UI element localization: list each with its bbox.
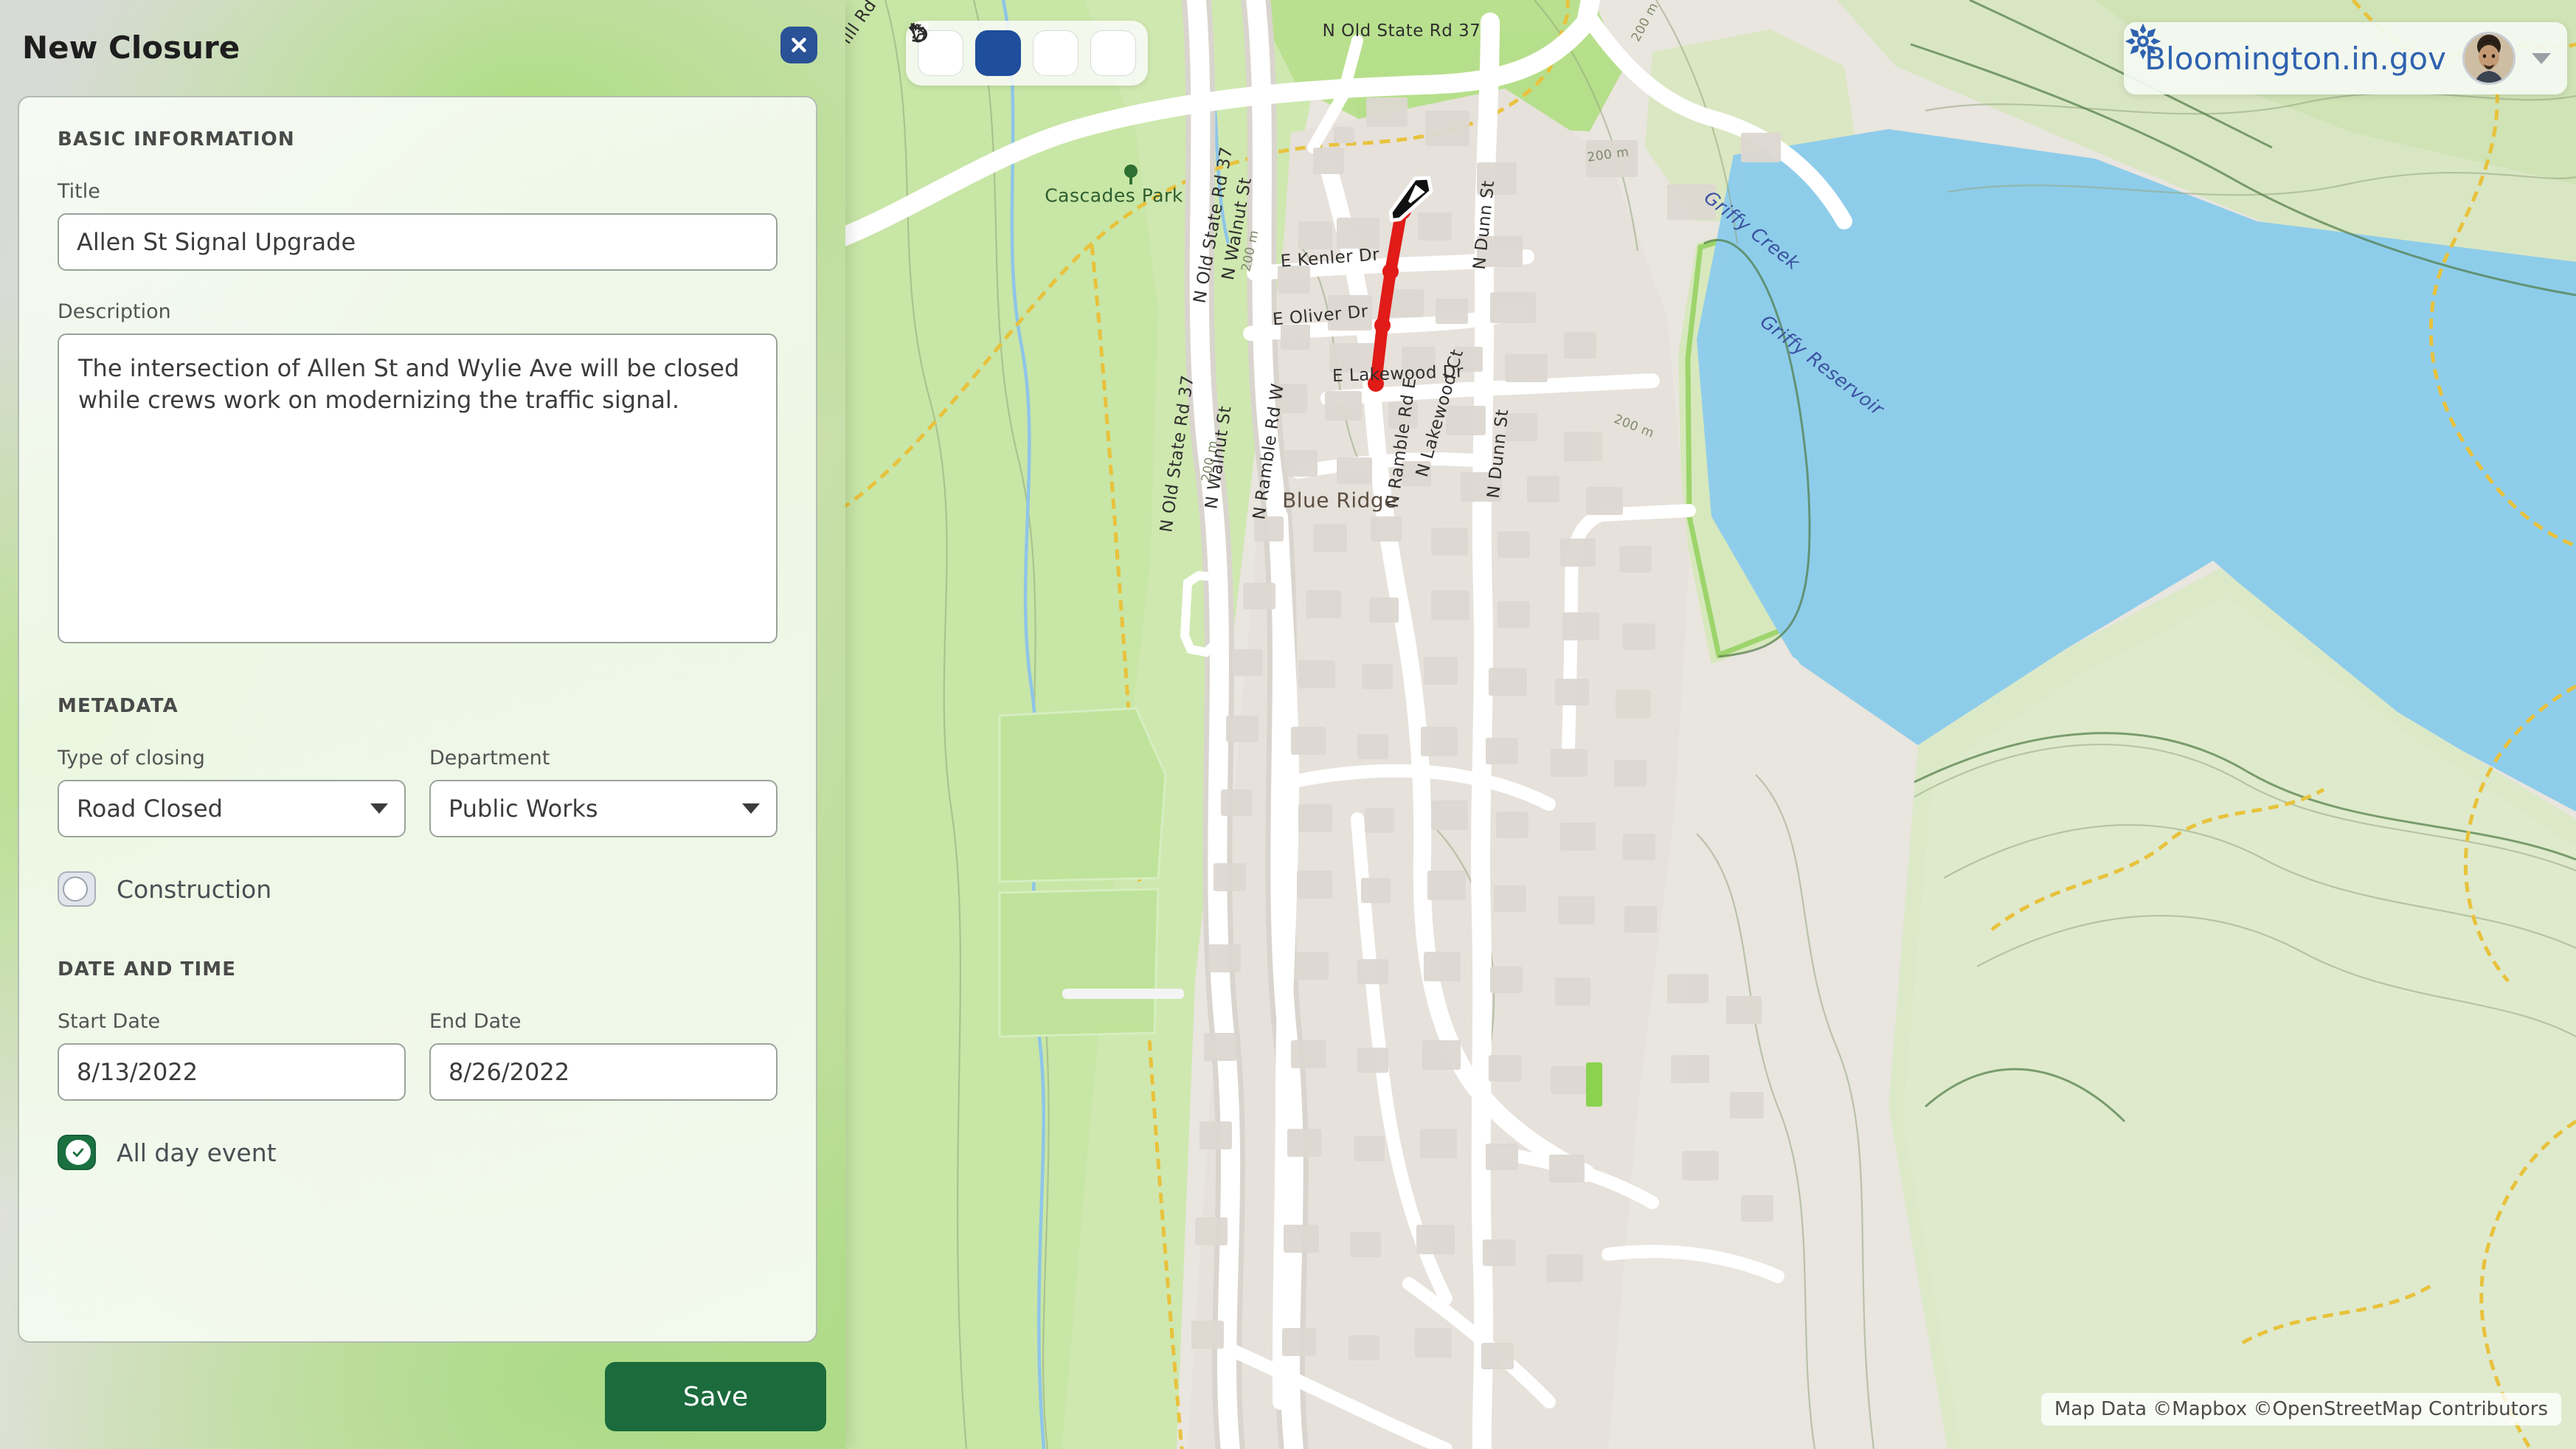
type-of-closing-select[interactable]: Road Closed: [58, 780, 406, 837]
start-date-label: Start Date: [58, 1010, 161, 1033]
toggle-knob: [63, 876, 88, 902]
user-avatar[interactable]: [2462, 32, 2516, 85]
bloomington-snowflake-logo: [2125, 23, 2161, 60]
end-date-field: End Date 8/26/2022: [429, 1010, 778, 1101]
map-draw-toolbar: [906, 21, 1148, 86]
end-date-label: End Date: [429, 1010, 522, 1033]
undo-tool[interactable]: [909, 23, 1136, 76]
map-label: Blue Ridge: [1282, 488, 1397, 513]
end-date-input[interactable]: 8/26/2022: [429, 1043, 778, 1101]
close-icon: [792, 38, 806, 52]
draw-pencil-tool[interactable]: [909, 21, 1021, 76]
new-closure-panel: New Closure BASIC INFORMATION Title Alle…: [0, 0, 845, 1449]
org-name-label: Bloomington.in.gov: [2144, 40, 2446, 77]
section-heading-metadata: METADATA: [58, 695, 179, 717]
closure-form-card: BASIC INFORMATION Title Allen St Signal …: [18, 96, 817, 1343]
type-of-closing-value: Road Closed: [77, 795, 223, 823]
section-heading-basic-information: BASIC INFORMATION: [58, 128, 295, 151]
map-label: Cascades Park: [1045, 184, 1183, 207]
construction-label: Construction: [117, 874, 272, 904]
chevron-down-icon[interactable]: [2532, 52, 2551, 64]
map-tiles: [841, 0, 2576, 1449]
save-button[interactable]: Save: [605, 1362, 826, 1431]
title-input[interactable]: Allen St Signal Upgrade: [58, 213, 778, 271]
map-attribution: Map Data ©Mapbox ©OpenStreetMap Contribu…: [2040, 1393, 2561, 1425]
all-day-event-toggle[interactable]: [58, 1135, 96, 1170]
description-field-label: Description: [58, 300, 171, 323]
toggle-knob: [66, 1140, 91, 1165]
type-of-closing-field: Type of closing Road Closed: [58, 747, 406, 837]
app-root: N Old State Rd 37 Mill Rd N Old State Rd 3…: [0, 0, 2576, 1449]
construction-toggle[interactable]: [58, 871, 96, 907]
department-label: Department: [429, 747, 550, 770]
check-icon: [72, 1148, 84, 1157]
close-panel-button[interactable]: [780, 27, 817, 63]
title-field-label: Title: [58, 180, 100, 203]
start-date-field: Start Date 8/13/2022: [58, 1010, 406, 1101]
type-of-closing-label: Type of closing: [58, 747, 205, 770]
construction-checkbox-row: Construction: [58, 871, 778, 907]
section-heading-date-and-time: DATE AND TIME: [58, 958, 237, 981]
org-user-badge[interactable]: Bloomington.in.gov: [2124, 22, 2567, 94]
department-field: Department Public Works: [429, 747, 778, 837]
description-input[interactable]: The intersection of Allen St and Wylie A…: [58, 333, 778, 643]
map-label: N Old State Rd 37: [1322, 21, 1481, 41]
chevron-down-icon: [370, 803, 388, 814]
department-value: Public Works: [449, 795, 598, 823]
chevron-down-icon: [742, 803, 760, 814]
undo-icon: [909, 23, 927, 42]
all-day-event-label: All day event: [117, 1138, 277, 1167]
start-date-input[interactable]: 8/13/2022: [58, 1043, 406, 1101]
select-cursor-tool[interactable]: [910, 23, 1078, 76]
map-canvas[interactable]: N Old State Rd 37 Mill Rd N Old State Rd 3…: [841, 0, 2576, 1449]
page-title: New Closure: [22, 30, 240, 66]
department-select[interactable]: Public Works: [429, 780, 778, 837]
all-day-event-row: All day event: [58, 1135, 778, 1170]
